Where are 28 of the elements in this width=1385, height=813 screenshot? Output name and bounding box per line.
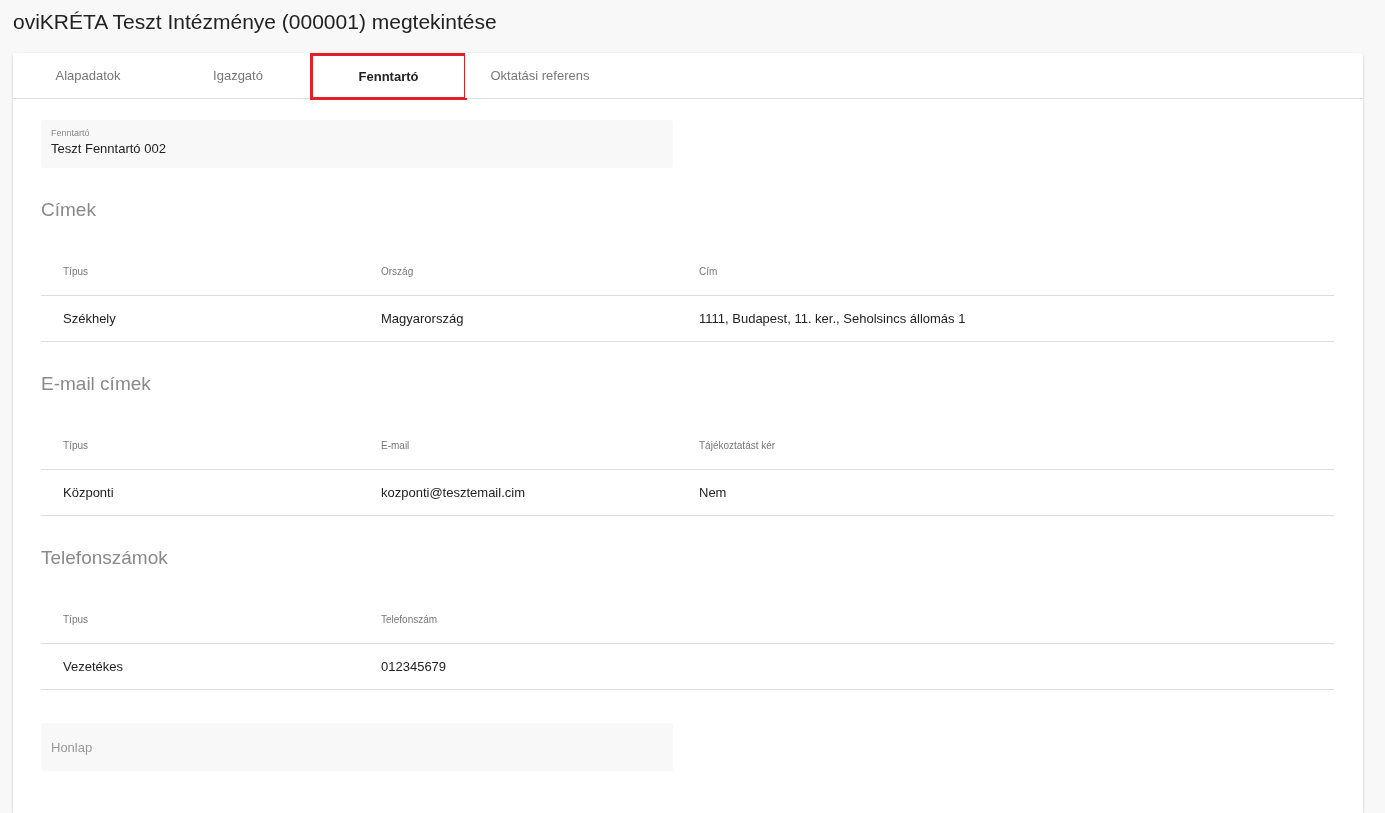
- column-header: Típus: [63, 439, 88, 451]
- section-heading: Címek: [41, 198, 97, 222]
- table-cell: Vezetékes: [63, 659, 123, 674]
- field-label: Fenntartó: [51, 128, 91, 139]
- column-header: Telefonszám: [381, 613, 438, 625]
- table-cell: Magyarország: [381, 311, 464, 326]
- page-title: oviKRÉTA Teszt Intézménye (000001) megtekintése: [13, 10, 498, 34]
- table-cell: kozponti@tesztemail.cim: [381, 485, 525, 500]
- section-heading: Telefonszámok: [41, 546, 169, 570]
- column-header: Ország: [381, 265, 414, 277]
- tab[interactable]: Oktatási referens: [465, 53, 615, 98]
- tab[interactable]: Alapadatok: [13, 53, 163, 98]
- column-header: E-mail: [381, 439, 410, 451]
- field-placeholder: Honlap: [51, 739, 94, 755]
- table-cell: 1111, Budapest, 11. ker., Seholsincs állomás 1: [699, 311, 966, 326]
- tab[interactable]: Fenntartó: [310, 53, 467, 100]
- section-heading: E-mail címek: [41, 372, 152, 396]
- table-cell: Székhely: [63, 311, 116, 326]
- column-header: Típus: [63, 613, 88, 625]
- honlap-field[interactable]: Honlap: [41, 723, 673, 771]
- column-header: Típus: [63, 265, 88, 277]
- column-header: Cím: [699, 265, 718, 277]
- fenntarto-field[interactable]: Fenntartó Teszt Fenntartó 002: [41, 120, 673, 168]
- column-header: Tájékoztatást kér: [699, 439, 776, 451]
- field-value: Teszt Fenntartó 002: [51, 140, 167, 158]
- table-cell: 012345679: [381, 659, 447, 674]
- table-cell: Nem: [699, 485, 727, 500]
- table-cell: Központi: [63, 485, 114, 500]
